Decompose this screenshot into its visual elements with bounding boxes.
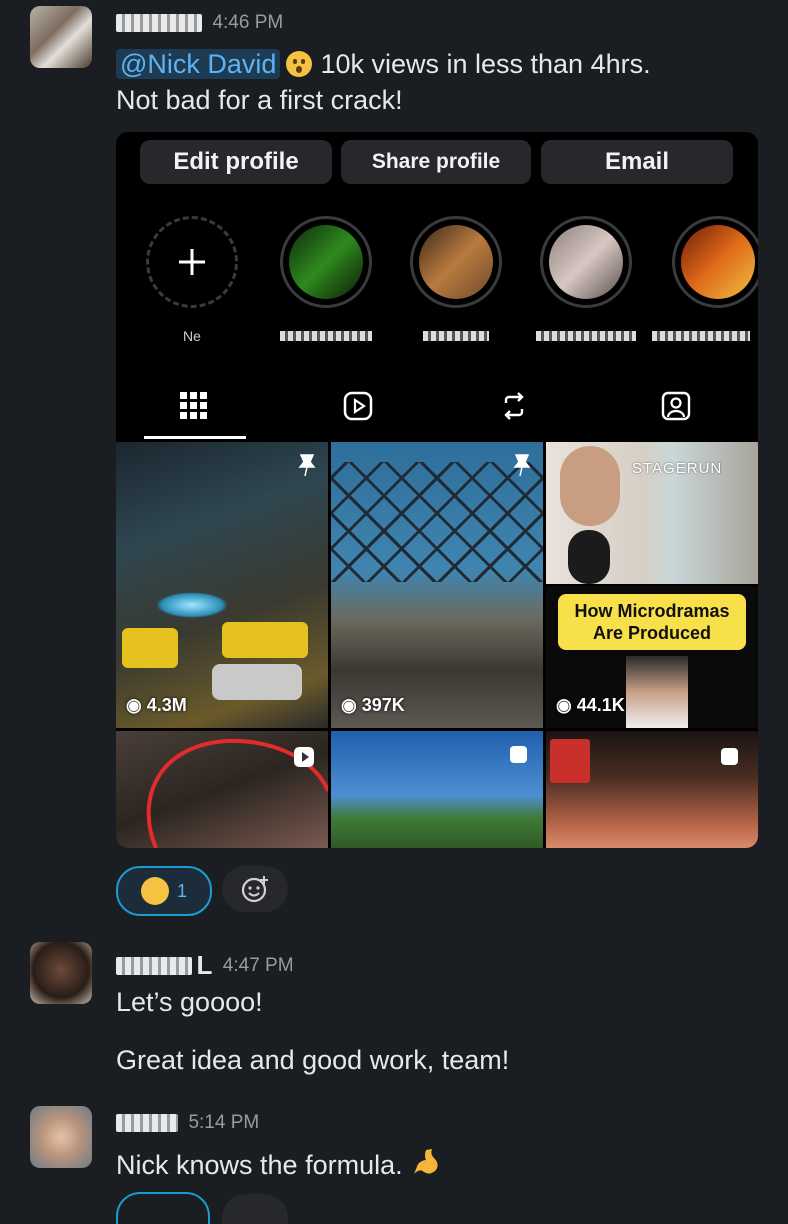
new-story-label: Ne	[183, 328, 201, 344]
add-reaction-button[interactable]	[222, 866, 288, 912]
carousel-icon	[510, 746, 527, 763]
tagged-icon	[658, 388, 694, 424]
email-button: Email	[541, 140, 733, 184]
taxi-shape	[122, 628, 178, 668]
message-text: Nick knows the formula.	[116, 1150, 403, 1180]
eye-icon: ◉	[126, 695, 147, 715]
story-label-redacted	[646, 328, 756, 344]
reaction-pill-partial[interactable]	[116, 1192, 210, 1224]
post-tile: How Microdramas Are Produced ◉ 44.1K	[546, 586, 758, 728]
story-highlight	[672, 216, 758, 308]
carousel-icon	[721, 748, 738, 765]
message-timestamp[interactable]: 5:14 PM	[188, 1112, 259, 1133]
post-tile: ◉ 4.3M	[116, 442, 328, 728]
message-text: 10k views in less than 4hrs.	[320, 49, 651, 79]
message-text: Great idea and good work, team!	[116, 1045, 510, 1075]
message-timestamp[interactable]: 4:47 PM	[223, 955, 294, 976]
attached-screenshot[interactable]: Edit profile Share profile Email Ne ◉ 4.…	[116, 132, 758, 848]
astonished-face-icon	[286, 51, 313, 77]
spotlight-shape	[156, 592, 228, 618]
post-tile	[546, 731, 758, 848]
share-profile-button: Share profile	[341, 140, 531, 184]
sender-name-redacted[interactable]	[116, 956, 192, 975]
views-count: ◉ 44.1K	[556, 695, 625, 715]
plus-icon	[179, 249, 205, 275]
eye-icon: ◉	[556, 695, 577, 715]
add-reaction-button-partial[interactable]	[222, 1194, 288, 1224]
avatar[interactable]	[30, 6, 92, 68]
actors-shape	[626, 656, 688, 728]
post-tile	[116, 731, 328, 848]
post-tile: ◉ 397K	[331, 442, 543, 728]
edit-profile-button: Edit profile	[140, 140, 332, 184]
microphone	[568, 530, 610, 584]
post-tile	[331, 731, 543, 848]
eye-icon: ◉	[341, 695, 362, 715]
message-text-line2: Not bad for a first crack!	[116, 85, 403, 115]
avatar[interactable]	[30, 942, 92, 1004]
post-tile: STAGERUN	[546, 442, 758, 584]
grid-icon	[176, 388, 212, 424]
story-label-redacted	[531, 328, 641, 344]
views-count: ◉ 397K	[341, 695, 405, 715]
message-text: Let’s goooo!	[116, 987, 263, 1017]
taxi-shape	[222, 622, 308, 658]
sender-name-redacted[interactable]	[116, 1114, 178, 1132]
story-label-redacted	[271, 328, 381, 344]
user-mention[interactable]: @Nick David	[116, 49, 281, 79]
story-highlight	[540, 216, 632, 308]
sender-name-redacted[interactable]	[116, 14, 202, 32]
pin-icon	[298, 454, 316, 477]
message-timestamp[interactable]: 4:46 PM	[212, 12, 283, 33]
avatar[interactable]	[30, 1106, 92, 1168]
reaction-count: 1	[176, 880, 187, 901]
views-count: ◉ 4.3M	[126, 695, 187, 715]
tile-logo	[550, 739, 590, 783]
story-label-redacted	[401, 328, 511, 344]
tile-overlay-text: STAGERUN	[632, 460, 723, 477]
reels-icon	[340, 388, 376, 424]
story-highlight	[280, 216, 372, 308]
active-tab-underline	[144, 436, 246, 439]
pin-icon	[513, 454, 531, 477]
sender-initial[interactable]: L	[196, 950, 212, 980]
story-highlight	[410, 216, 502, 308]
party-face-icon	[140, 877, 169, 905]
reel-icon	[294, 747, 314, 767]
video-caption: How Microdramas Are Produced	[558, 594, 746, 650]
new-story-circle	[146, 216, 238, 308]
car-shape	[212, 664, 302, 700]
presenter-head	[560, 446, 620, 526]
repost-icon	[496, 388, 532, 424]
reaction-pill[interactable]: 1	[116, 866, 212, 916]
add-emoji-icon	[241, 876, 268, 903]
flexed-biceps-icon	[414, 1149, 438, 1174]
bridge-structure	[331, 462, 543, 582]
